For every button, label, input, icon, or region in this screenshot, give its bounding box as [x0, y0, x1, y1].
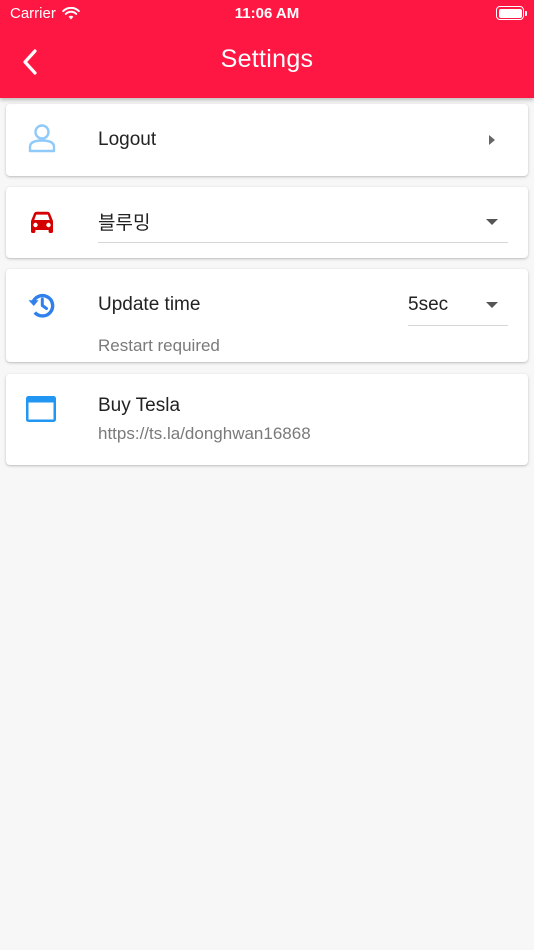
update-time-selected: 5sec: [408, 294, 449, 315]
vehicle-item: 블루밍: [6, 187, 528, 258]
update-time-label: Update time: [98, 294, 201, 315]
status-bar: Carrier 11:06 AM: [0, 0, 534, 28]
update-time-item: Update time 5sec Restart required: [6, 269, 528, 362]
battery-icon: [496, 6, 527, 20]
chevron-right-icon: [489, 135, 495, 145]
car-icon: [31, 211, 53, 233]
page-title: Settings: [220, 45, 314, 73]
dropdown-arrow-icon: [486, 302, 498, 308]
buy-tesla-url[interactable]: https://ts.la/donghwan16868: [98, 424, 311, 444]
restart-required-note: Restart required: [98, 336, 220, 355]
logout-item[interactable]: Logout: [6, 104, 528, 176]
dropdown-underline: [408, 325, 508, 326]
update-time-dropdown[interactable]: 5sec: [408, 269, 508, 326]
person-icon: [28, 124, 56, 153]
status-time: 11:06 AM: [234, 5, 300, 22]
vehicle-selected: 블루밍: [98, 213, 151, 234]
dropdown-arrow-icon: [486, 219, 498, 225]
app-bar: Carrier 11:06 AM Settings: [0, 0, 534, 98]
buy-tesla-label: Buy Tesla: [98, 395, 181, 416]
logout-label: Logout: [98, 129, 157, 150]
history-icon: [28, 293, 55, 318]
dropdown-underline: [98, 242, 508, 243]
browser-window-icon: [26, 396, 56, 422]
vehicle-dropdown[interactable]: 블루밍: [98, 187, 508, 243]
buy-tesla-item[interactable]: Buy Tesla https://ts.la/donghwan16868: [6, 374, 528, 465]
